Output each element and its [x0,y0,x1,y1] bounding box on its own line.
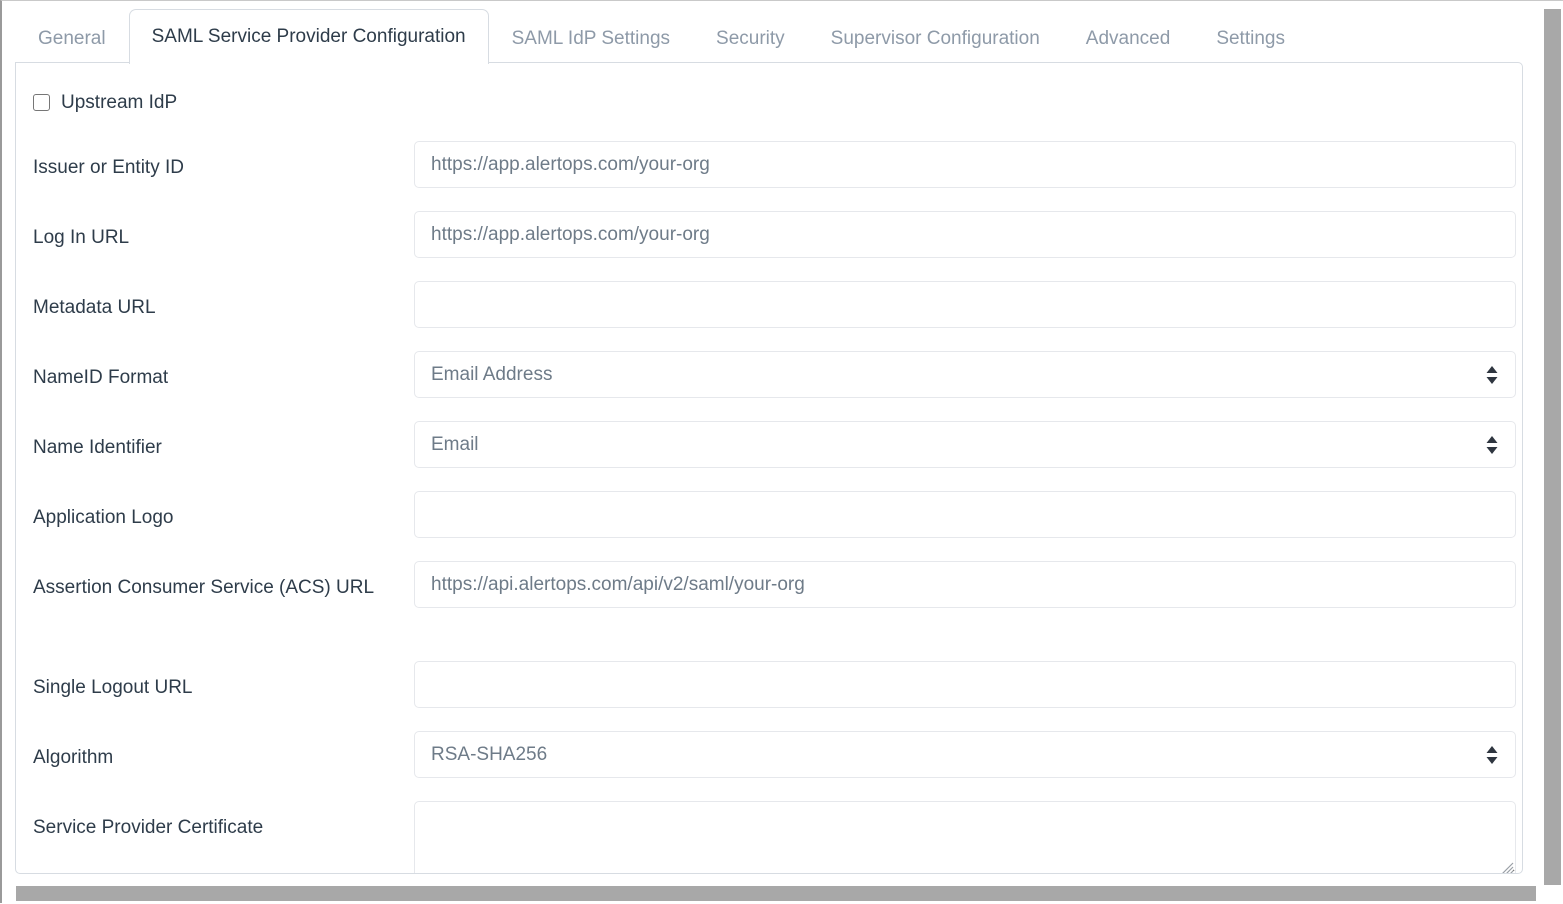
input-assertion-consumer-service-acs-url[interactable] [414,561,1516,608]
field-control-wrap [414,491,1519,538]
field-label-assertion-consumer-service-acs-url: Assertion Consumer Service (ACS) URL [33,577,375,598]
upstream-idp-checkbox[interactable] [33,94,50,111]
tab-saml-service-provider-configuration[interactable]: SAML Service Provider Configuration [128,9,489,64]
select-value-name-identifier: Email [431,434,479,455]
select-algorithm[interactable]: RSA-SHA256 [414,731,1516,778]
field-control-wrap [414,211,1519,258]
select-name-identifier[interactable]: Email [414,421,1516,468]
input-metadata-url[interactable] [414,281,1516,328]
textarea-service-provider-certificate[interactable] [414,801,1516,873]
field-label-name-identifier: Name Identifier [33,437,162,458]
tab-saml-idp-settings[interactable]: SAML IdP Settings [489,14,693,63]
horizontal-scrollbar-track[interactable] [2,885,1563,903]
form-row: Name Identifier Email [16,421,1522,468]
chevron-updown-icon [1486,745,1498,764]
form-row: Issuer or Entity ID [16,141,1522,188]
vertical-scrollbar-thumb[interactable] [1544,9,1561,889]
field-label-algorithm: Algorithm [33,747,114,768]
input-single-logout-url[interactable] [414,661,1516,708]
field-control-wrap [414,661,1519,708]
field-control-wrap [414,801,1519,873]
tab-advanced[interactable]: Advanced [1063,14,1194,63]
upstream-idp-row: Upstream IdP [33,93,177,112]
field-label-service-provider-certificate: Service Provider Certificate [33,817,264,838]
form-row: Service Provider Certificate [16,801,1522,873]
input-application-logo[interactable] [414,491,1516,538]
field-control-wrap [414,141,1519,188]
form-row: Assertion Consumer Service (ACS) URL [16,561,1522,608]
form-row: NameID Format Email Address [16,351,1522,398]
select-value-nameid-format: Email Address [431,364,553,385]
input-issuer-or-entity-id[interactable] [414,141,1516,188]
tab-content-panel: Upstream IdP Issuer or Entity ID Log In U… [15,62,1523,874]
field-label-metadata-url: Metadata URL [33,297,156,318]
select-nameid-format[interactable]: Email Address [414,351,1516,398]
chevron-updown-icon [1486,435,1498,454]
chevron-updown-icon [1486,365,1498,384]
field-label-application-logo: Application Logo [33,507,174,528]
field-control-wrap [414,561,1519,608]
field-control-wrap: RSA-SHA256 [414,731,1519,778]
field-label-single-logout-url: Single Logout URL [33,677,193,698]
form-row: Single Logout URL [16,661,1522,708]
field-label-issuer-or-entity-id: Issuer or Entity ID [33,157,184,178]
tab-general[interactable]: General [15,14,129,63]
tab-settings[interactable]: Settings [1193,14,1308,63]
select-value-algorithm: RSA-SHA256 [431,744,548,765]
field-control-wrap: Email Address [414,351,1519,398]
form-row: Metadata URL [16,281,1522,328]
form-row: Algorithm RSA-SHA256 [16,731,1522,778]
vertical-scrollbar-track[interactable] [1541,1,1563,904]
field-control-wrap [414,281,1519,328]
application-window: General SAML Service Provider Configurati… [0,0,1563,904]
upstream-idp-label: Upstream IdP [61,92,178,113]
tab-supervisor-configuration[interactable]: Supervisor Configuration [808,14,1063,63]
field-label-log-in-url: Log In URL [33,227,130,248]
horizontal-scrollbar-thumb[interactable] [16,886,1536,901]
tab-security[interactable]: Security [693,14,808,63]
form-row: Application Logo [16,491,1522,538]
input-log-in-url[interactable] [414,211,1516,258]
form-row: Log In URL [16,211,1522,258]
field-control-wrap: Email [414,421,1519,468]
tab-strip: General SAML Service Provider Configurati… [3,9,1523,64]
field-label-nameid-format: NameID Format [33,367,169,388]
